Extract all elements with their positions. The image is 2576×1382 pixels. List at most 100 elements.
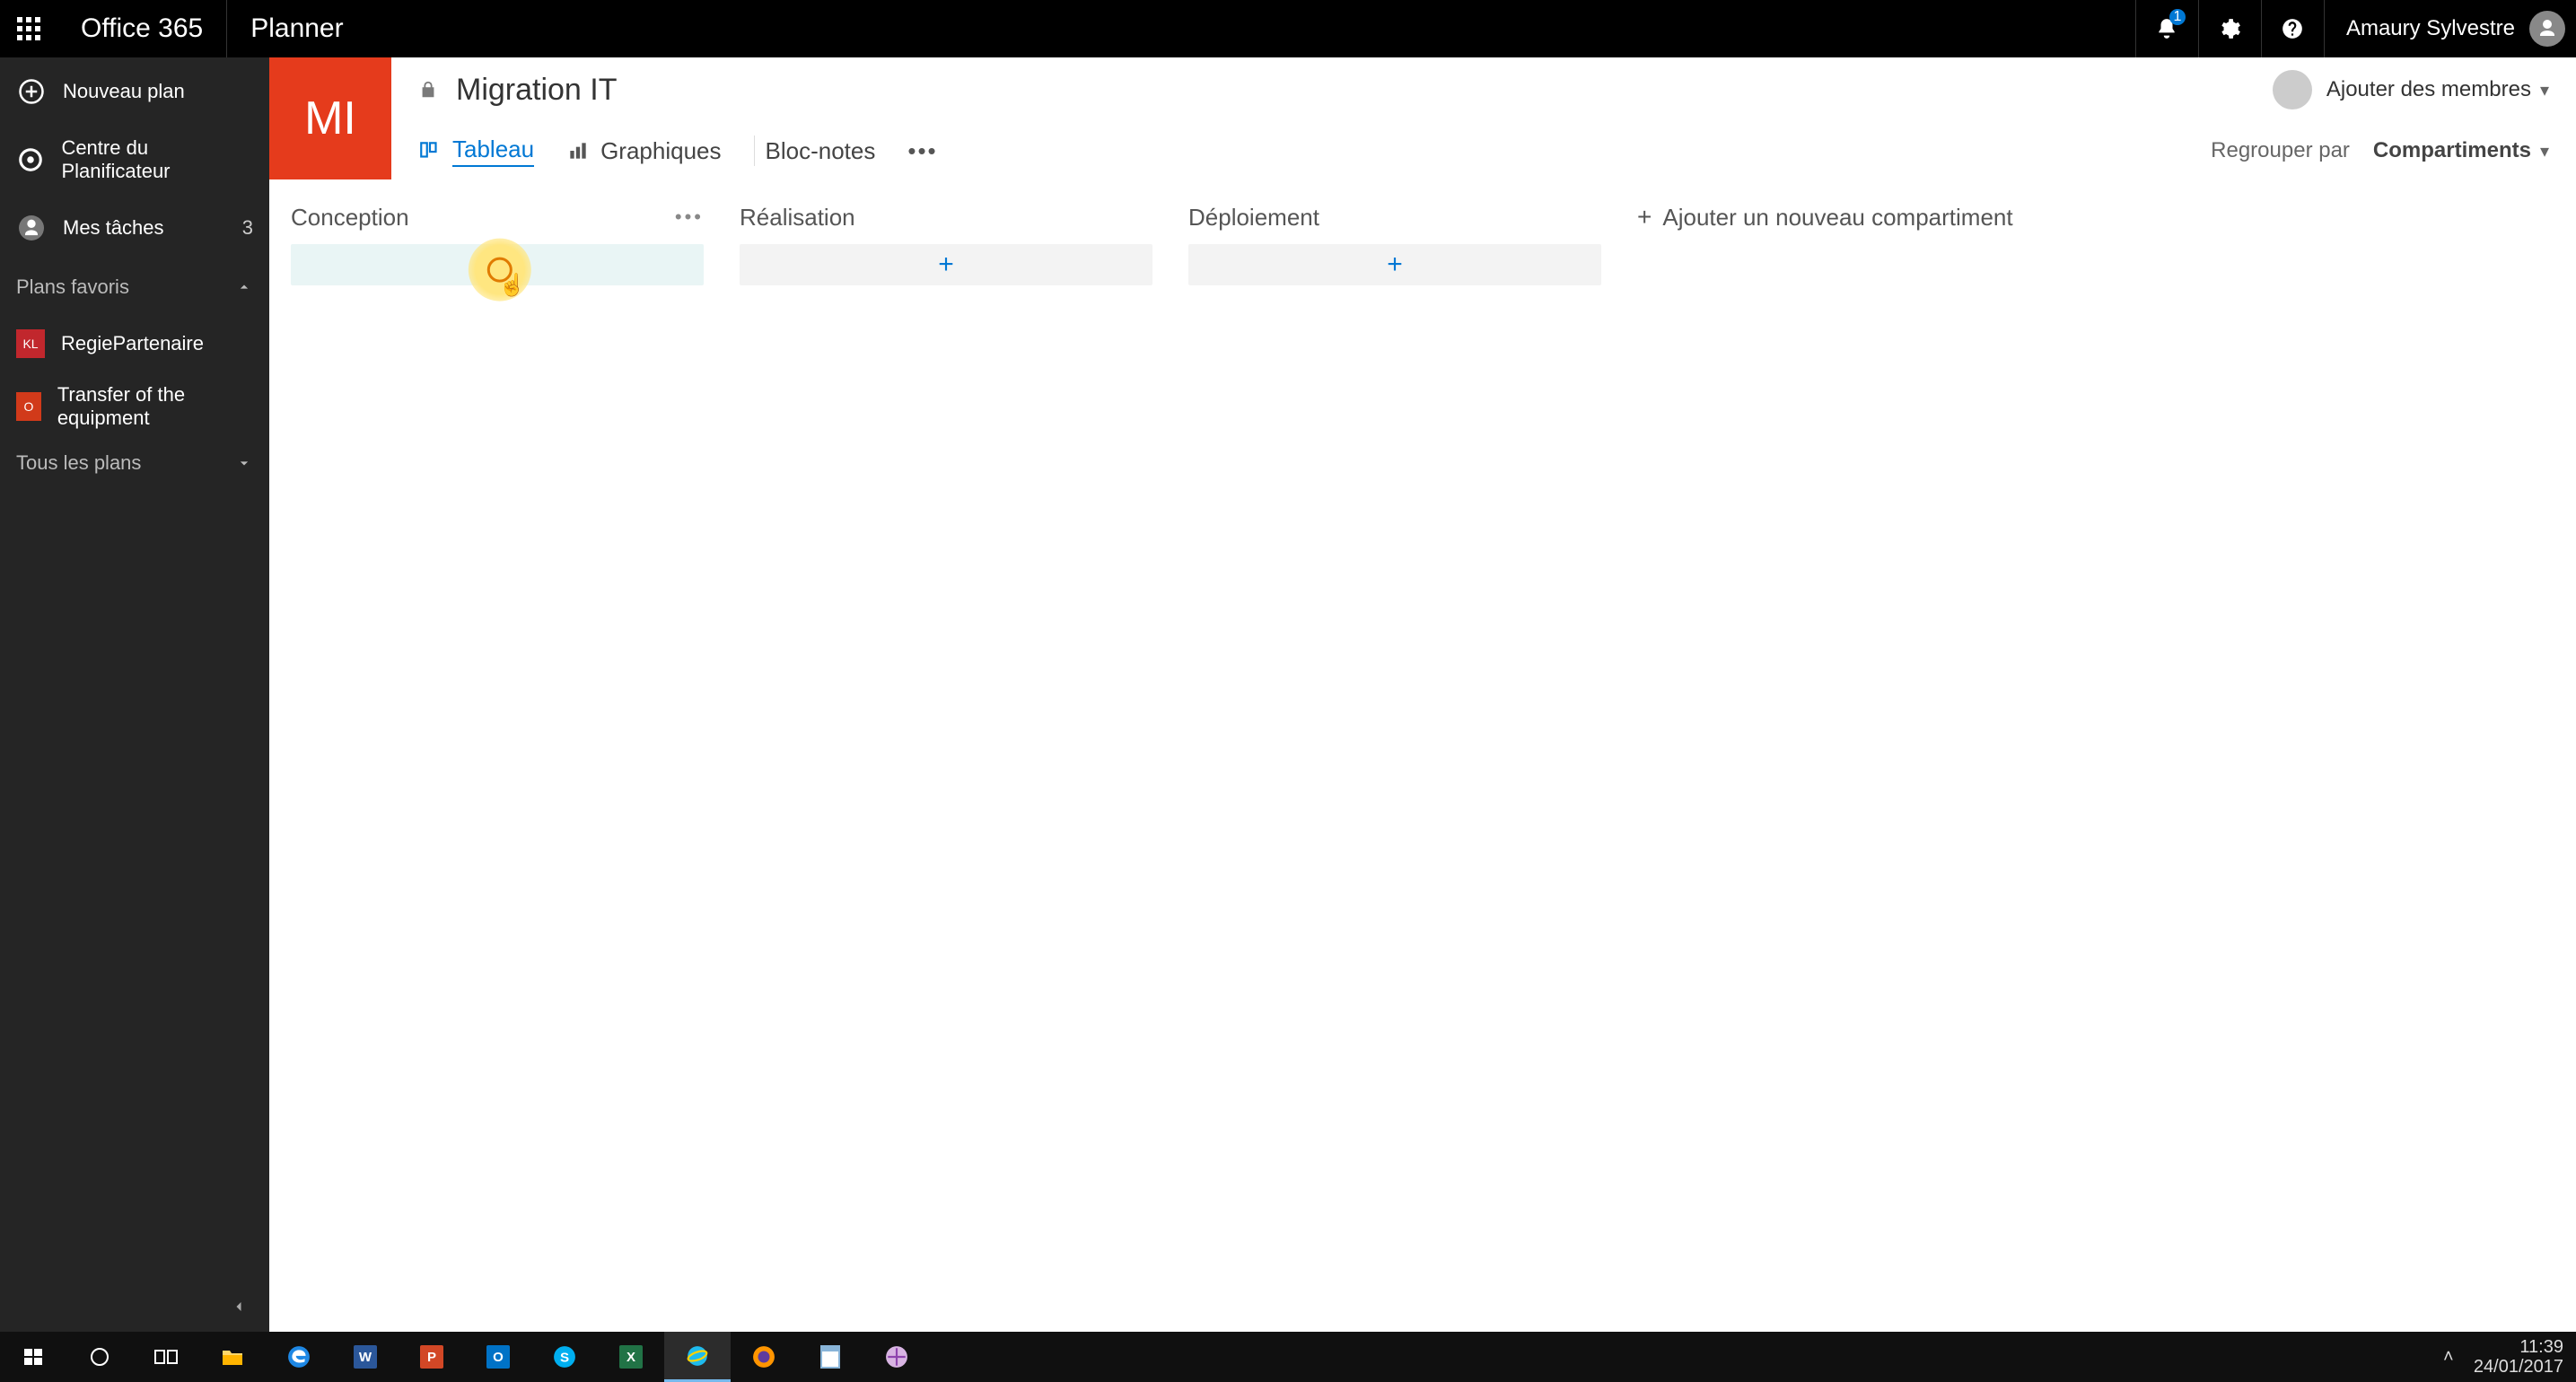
add-bucket-button[interactable]: +Ajouter un nouveau compartiment bbox=[1637, 194, 2013, 241]
chevron-down-icon bbox=[235, 454, 253, 472]
app-launcher-button[interactable] bbox=[0, 0, 57, 57]
plan-chip-icon: O bbox=[16, 392, 41, 421]
user-name: Amaury Sylvestre bbox=[2346, 16, 2515, 41]
bucket-column: Conception ••• +☝ bbox=[291, 194, 704, 285]
charts-icon bbox=[566, 139, 590, 162]
file-explorer-button[interactable] bbox=[199, 1332, 266, 1382]
app-button[interactable] bbox=[863, 1332, 930, 1382]
caret-down-icon: ▾ bbox=[2540, 79, 2549, 101]
board-icon bbox=[418, 139, 442, 162]
chevron-left-icon bbox=[230, 1298, 248, 1316]
word-button[interactable]: W bbox=[332, 1332, 399, 1382]
plan-header: Migration IT Ajouter des membres ▾ bbox=[391, 57, 2576, 122]
new-plan-label: Nouveau plan bbox=[63, 80, 185, 103]
waffle-icon bbox=[17, 17, 40, 40]
firefox-button[interactable] bbox=[731, 1332, 797, 1382]
add-members-button[interactable]: Ajouter des membres ▾ bbox=[2273, 70, 2549, 109]
board: Conception•••+☝Réalisation+Déploiement++… bbox=[269, 179, 2576, 1332]
collapse-nav-button[interactable] bbox=[0, 1281, 269, 1332]
o365-brand[interactable]: Office 365 bbox=[57, 0, 227, 57]
circle-icon bbox=[89, 1346, 110, 1368]
tab-board-label: Tableau bbox=[452, 136, 534, 167]
planner-hub-label: Centre du Planificateur bbox=[61, 136, 253, 183]
task-view-icon bbox=[154, 1348, 178, 1366]
add-task-button[interactable]: +☝ bbox=[291, 244, 704, 285]
user-avatar-small-icon bbox=[16, 213, 47, 243]
hub-icon bbox=[16, 144, 45, 175]
favorite-plans-section[interactable]: Plans favoris bbox=[0, 262, 269, 312]
chevron-up-icon bbox=[235, 278, 253, 296]
bucket-column: Réalisation + bbox=[740, 194, 1152, 285]
bucket-name: Conception bbox=[291, 204, 409, 232]
plan-title[interactable]: Migration IT bbox=[456, 73, 618, 108]
plan-item-label: RegiePartenaire bbox=[61, 332, 204, 355]
powerpoint-button[interactable]: P bbox=[399, 1332, 465, 1382]
edge-icon bbox=[287, 1345, 311, 1369]
tab-notes[interactable]: Bloc-notes bbox=[766, 122, 876, 179]
add-task-button[interactable]: + bbox=[1188, 244, 1601, 285]
taskbar-clock[interactable]: 11:39 24/01/2017 bbox=[2474, 1337, 2563, 1377]
plus-icon: + bbox=[938, 249, 954, 280]
planner-hub-button[interactable]: Centre du Planificateur bbox=[0, 126, 269, 194]
excel-button[interactable]: X bbox=[598, 1332, 664, 1382]
add-task-button[interactable]: + bbox=[740, 244, 1152, 285]
tab-divider bbox=[754, 136, 755, 166]
excel-icon: X bbox=[619, 1345, 643, 1369]
skype-icon: S bbox=[553, 1345, 576, 1369]
o365-app-name[interactable]: Planner bbox=[227, 13, 366, 44]
tab-charts-label: Graphiques bbox=[600, 137, 721, 165]
user-avatar-icon bbox=[2529, 11, 2565, 47]
lock-icon bbox=[418, 80, 438, 100]
my-tasks-button[interactable]: Mes tâches 3 bbox=[0, 194, 269, 262]
tab-board[interactable]: Tableau bbox=[418, 122, 534, 179]
notification-badge: 1 bbox=[2169, 9, 2186, 25]
bucket-header[interactable]: Déploiement bbox=[1188, 194, 1601, 241]
favorite-plans-label: Plans favoris bbox=[16, 276, 129, 299]
cortana-button[interactable] bbox=[66, 1332, 133, 1382]
all-plans-section[interactable]: Tous les plans bbox=[0, 438, 269, 488]
task-view-button[interactable] bbox=[133, 1332, 199, 1382]
gear-icon bbox=[2218, 17, 2241, 40]
taskbar-date: 24/01/2017 bbox=[2474, 1357, 2563, 1377]
svg-text:S: S bbox=[560, 1350, 569, 1365]
plus-circle-icon bbox=[16, 76, 47, 107]
word-icon: W bbox=[354, 1345, 377, 1369]
powerpoint-icon: P bbox=[420, 1345, 443, 1369]
notepad-button[interactable] bbox=[797, 1332, 863, 1382]
left-nav: Nouveau plan Centre du Planificateur Mes… bbox=[0, 57, 269, 1332]
tabs-more-button[interactable]: ••• bbox=[907, 137, 937, 165]
notifications-button[interactable]: 1 bbox=[2135, 0, 2198, 57]
group-by-dropdown[interactable]: Compartiments ▾ bbox=[2373, 138, 2549, 163]
group-by-value: Compartiments bbox=[2373, 138, 2531, 163]
tab-charts[interactable]: Graphiques bbox=[566, 122, 721, 179]
help-button[interactable] bbox=[2261, 0, 2324, 57]
sidebar-plan-item[interactable]: KLRegiePartenaire bbox=[0, 312, 269, 375]
bucket-name: Réalisation bbox=[740, 204, 855, 232]
generic-app-icon bbox=[885, 1345, 908, 1369]
system-tray[interactable]: ˄ 11:39 24/01/2017 bbox=[2432, 1337, 2576, 1377]
bucket-header[interactable]: Réalisation bbox=[740, 194, 1152, 241]
edge-button[interactable] bbox=[266, 1332, 332, 1382]
tray-chevron-icon[interactable]: ˄ bbox=[2432, 1347, 2465, 1368]
skype-button[interactable]: S bbox=[531, 1332, 598, 1382]
plus-icon: + bbox=[1637, 203, 1652, 232]
all-plans-label: Tous les plans bbox=[16, 451, 141, 475]
plan-tile[interactable]: MI bbox=[269, 57, 391, 179]
bucket-header[interactable]: Conception ••• bbox=[291, 194, 704, 241]
ie-button[interactable] bbox=[664, 1332, 731, 1382]
member-avatar-icon bbox=[2273, 70, 2312, 109]
o365-top-bar: Office 365 Planner 1 Amaury Sylvestre bbox=[0, 0, 2576, 57]
new-plan-button[interactable]: Nouveau plan bbox=[0, 57, 269, 126]
outlook-button[interactable]: O bbox=[465, 1332, 531, 1382]
settings-button[interactable] bbox=[2198, 0, 2261, 57]
plan-item-label: Transfer of the equipment bbox=[57, 383, 253, 430]
start-button[interactable] bbox=[0, 1332, 66, 1382]
firefox-icon bbox=[752, 1345, 775, 1369]
sidebar-plan-item[interactable]: O Transfer of the equipment bbox=[0, 375, 269, 438]
account-menu[interactable]: Amaury Sylvestre bbox=[2324, 0, 2576, 57]
taskbar-time: 11:39 bbox=[2474, 1337, 2563, 1357]
bucket-menu-button[interactable]: ••• bbox=[675, 206, 704, 229]
add-members-label: Ajouter des membres bbox=[2326, 77, 2531, 102]
ie-icon bbox=[686, 1344, 709, 1368]
notepad-icon bbox=[820, 1345, 840, 1369]
